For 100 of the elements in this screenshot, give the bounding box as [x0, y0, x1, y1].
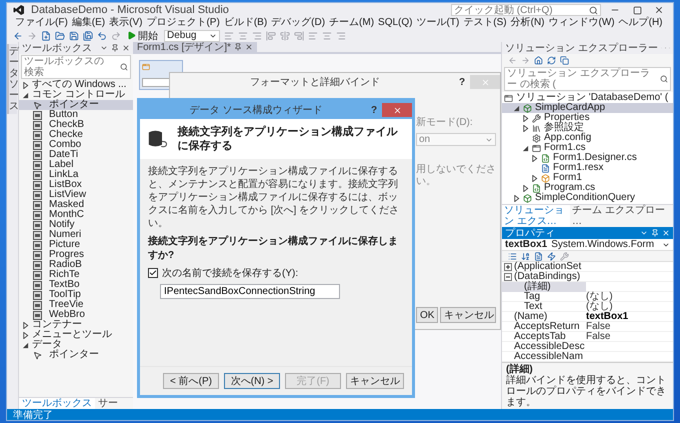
toolbox-item[interactable]: ToolTip — [19, 290, 133, 300]
tree-item[interactable]: Form1.Designer.cs — [502, 153, 673, 163]
menu-item[interactable]: ファイル(F) — [13, 17, 70, 29]
toolbox-item[interactable]: Notify — [19, 220, 133, 230]
menu-item[interactable]: ヘルプ(H) — [616, 17, 665, 29]
expanded-arrow-icon[interactable] — [22, 342, 29, 348]
collapsed-arrow-icon[interactable] — [522, 184, 529, 192]
property-value[interactable]: (なし) — [586, 302, 673, 312]
tree-item[interactable]: App.config — [502, 133, 673, 143]
toolbox-item[interactable]: TextBo — [19, 280, 133, 290]
undo-icon[interactable] — [97, 30, 107, 40]
toolbox-item[interactable]: Picture — [19, 240, 133, 250]
toolbox-item[interactable]: Button — [19, 110, 133, 120]
panel-tab[interactable]: チーム エクスプロー… — [570, 205, 673, 227]
dialog-button[interactable]: キャンセル — [440, 307, 496, 323]
tree-item[interactable]: ソリューション 'DatabaseDemo' ( — [502, 93, 673, 103]
categorized-icon[interactable] — [508, 252, 517, 260]
toolbox-item[interactable]: LinkLa — [19, 170, 133, 180]
tree-item[interactable]: Properties — [502, 113, 673, 123]
expand-icon[interactable] — [504, 263, 512, 271]
toolbox-item[interactable]: Numeri — [19, 230, 133, 240]
expanded-arrow-icon[interactable] — [513, 104, 520, 112]
expanded-arrow-icon[interactable] — [22, 92, 29, 98]
panel-tab[interactable]: サー — [95, 398, 121, 409]
open-folder-icon[interactable] — [55, 30, 65, 40]
toolbox-item[interactable]: Checke — [19, 130, 133, 140]
toolbox-item[interactable]: MonthC — [19, 210, 133, 220]
collapsed-arrow-icon[interactable] — [513, 194, 520, 202]
toolbox-item[interactable]: RadioB — [19, 260, 133, 270]
collapsed-arrow-icon[interactable] — [22, 82, 29, 88]
save-icon[interactable] — [69, 30, 79, 40]
menu-item[interactable]: プロジェクト(P) — [144, 17, 222, 29]
toolbox-item[interactable]: TreeVie — [19, 300, 133, 310]
toolbox-group[interactable]: メニューとツール — [19, 330, 133, 340]
sort-icon[interactable] — [521, 252, 530, 260]
menu-item[interactable]: テスト(S) — [461, 17, 509, 29]
tree-item[interactable]: 参照設定 — [502, 123, 673, 133]
object-selector[interactable]: textBox1 System.Windows.Form — [502, 239, 673, 251]
search-field[interactable]: ツールボックスの検索 — [21, 55, 131, 79]
tree-item[interactable]: SimpleCardApp — [502, 103, 673, 113]
property-name[interactable]: (詳細) — [502, 282, 586, 292]
property-name[interactable]: Tag — [502, 292, 586, 302]
refresh-icon[interactable] — [547, 56, 556, 64]
copy-icon[interactable] — [560, 56, 569, 64]
property-value[interactable]: textBox1 — [586, 312, 673, 322]
panel-tab[interactable]: ツールボックス — [19, 398, 95, 409]
configuration-dropdown[interactable]: Debug — [164, 30, 220, 42]
menu-item[interactable]: チーム(M) — [327, 17, 376, 29]
new-file-icon[interactable] — [41, 30, 51, 40]
tree-item[interactable]: Form1 — [502, 173, 673, 183]
document-tab[interactable]: Form1.cs [デザイン]* — [133, 42, 257, 52]
menu-item[interactable]: 分析(N) — [508, 17, 547, 29]
toolbox-item[interactable]: ListView — [19, 190, 133, 200]
property-category[interactable]: (DataBindings) — [502, 272, 673, 282]
toolbox-group[interactable]: コンテナー — [19, 320, 133, 330]
property-name[interactable]: AccessibleDesc — [502, 342, 586, 352]
toolbox-item[interactable]: Combo — [19, 140, 133, 150]
help-button[interactable]: ? — [454, 76, 470, 88]
panel-tab[interactable]: ソリューション エクス… — [502, 205, 570, 227]
expanded-arrow-icon[interactable] — [522, 144, 529, 152]
toolbox-group[interactable]: データ — [19, 340, 133, 350]
menu-item[interactable]: デバッグ(D) — [269, 17, 328, 29]
property-name[interactable]: AccessibleNam — [502, 352, 586, 362]
maximize-icon[interactable] — [632, 6, 642, 14]
toolbox-group[interactable]: すべての Windows ... — [19, 80, 133, 90]
menu-item[interactable]: 編集(E) — [70, 17, 108, 29]
data-sources-tab[interactable]: データソース — [7, 44, 17, 114]
home-icon[interactable] — [534, 56, 543, 64]
wizard-button[interactable]: < 前へ(P) — [163, 373, 219, 389]
property-name[interactable]: AcceptsTab — [502, 332, 586, 342]
property-value[interactable]: (なし) — [586, 292, 673, 302]
connection-name-field[interactable]: IPentecSandBoxConnectionString — [160, 284, 340, 299]
collapsed-arrow-icon[interactable] — [522, 124, 529, 132]
toolbox-item[interactable]: ポインター — [19, 100, 133, 110]
collapsed-arrow-icon[interactable] — [531, 174, 538, 182]
toolbox-item[interactable]: CheckB — [19, 120, 133, 130]
start-button[interactable]: 開始 — [125, 28, 160, 42]
menu-item[interactable]: ツール(T) — [414, 17, 462, 29]
property-name[interactable]: AcceptsReturn — [502, 322, 586, 332]
toolbox-item[interactable]: Masked — [19, 200, 133, 210]
checkbox-label[interactable]: 次の名前で接続を保存する(Y): — [162, 266, 298, 280]
menu-item[interactable]: 表示(V) — [107, 17, 144, 29]
collapsed-arrow-icon[interactable] — [531, 154, 538, 162]
menu-item[interactable]: SQL(Q) — [376, 17, 414, 29]
toolbox-item[interactable]: ポインター — [19, 350, 133, 360]
toolbox-item[interactable]: RichTe — [19, 270, 133, 280]
tree-item[interactable]: Program.cs — [502, 183, 673, 193]
toolbox-item[interactable]: DateTi — [19, 150, 133, 160]
collapsed-arrow-icon[interactable] — [22, 332, 29, 338]
properties-icon[interactable] — [534, 252, 543, 260]
help-button[interactable]: ? — [366, 104, 382, 116]
property-value[interactable]: False — [586, 322, 673, 332]
collapsed-arrow-icon[interactable] — [22, 322, 29, 328]
toolbox-item[interactable]: ListBox — [19, 180, 133, 190]
toolbox-item[interactable]: WebBro — [19, 310, 133, 320]
save-all-icon[interactable] — [83, 30, 93, 40]
toolbox-item[interactable]: Progres — [19, 250, 133, 260]
wizard-button[interactable]: 次へ(N) > — [224, 373, 280, 389]
toolbox-item[interactable]: Label — [19, 160, 133, 170]
search-field[interactable]: ソリューション エクスプローラー の検索 ( — [504, 67, 671, 91]
